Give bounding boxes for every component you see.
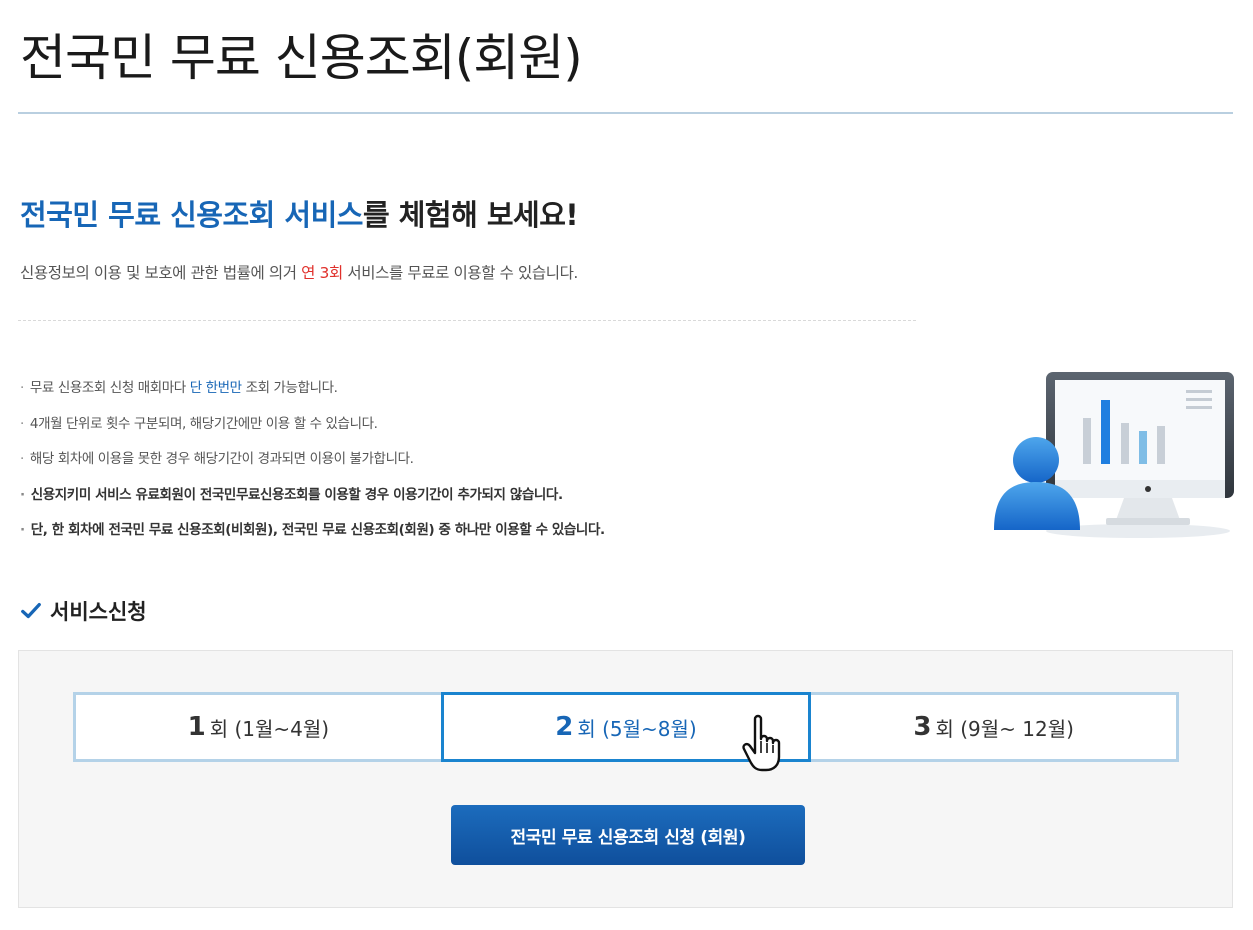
round-option-1[interactable]: 1 회 (1월~4월) (76, 695, 441, 759)
service-application-panel: 1 회 (1월~4월) 2 회 (5월~8월) 3 회 (9월~ 12월) 전국… (18, 650, 1233, 908)
notice-item: 신용지키미 서비스 유료회원이 전국민무료신용조회를 이용할 경우 이용기간이 … (20, 485, 605, 521)
notice-item: 단, 한 회차에 전국민 무료 신용조회(비회원), 전국민 무료 신용조회(회… (20, 520, 605, 556)
notice-item: 4개월 단위로 횟수 구분되며, 해당기간에만 이용 할 수 있습니다. (20, 414, 605, 450)
hand-pointer-icon (742, 714, 781, 772)
dashed-divider (18, 320, 916, 321)
notice-item: 해당 회차에 이용을 못한 경우 해당기간이 경과되면 이용이 불가합니다. (20, 449, 605, 485)
title-divider (18, 112, 1233, 114)
round-label: 회 (1월~4월) (209, 716, 330, 741)
apply-button[interactable]: 전국민 무료 신용조회 신청 (회원) (451, 805, 805, 865)
round-label: 회 (9월~ 12월) (935, 716, 1074, 741)
round-number: 1 (187, 712, 206, 742)
check-icon (21, 602, 41, 619)
round-number: 2 (555, 712, 574, 742)
lead-after: 서비스를 무료로 이용할 수 있습니다. (342, 264, 578, 282)
lead-highlight: 연 3회 (301, 264, 343, 282)
lead-before: 신용정보의 이용 및 보호에 관한 법률에 의거 (20, 264, 302, 282)
notice-item: 무료 신용조회 신청 매회마다 단 한번만 조회 가능합니다. (20, 378, 605, 414)
headline-rest: 를 체험해 보세요! (362, 198, 579, 232)
notice-text: 조회 가능합니다. (241, 380, 338, 396)
headline-highlight: 전국민 무료 신용조회 서비스 (20, 198, 363, 232)
round-number: 3 (913, 712, 932, 742)
notice-list: 무료 신용조회 신청 매회마다 단 한번만 조회 가능합니다. 4개월 단위로 … (20, 378, 605, 556)
round-option-3[interactable]: 3 회 (9월~ 12월) (811, 695, 1176, 759)
page-title: 전국민 무료 신용조회(회원) (20, 29, 583, 87)
user-monitor-illustration (994, 372, 1234, 538)
round-selector: 1 회 (1월~4월) 2 회 (5월~8월) 3 회 (9월~ 12월) (73, 692, 1179, 762)
intro-headline: 전국민 무료 신용조회 서비스를 체험해 보세요! (20, 192, 579, 234)
round-label: 회 (5월~8월) (577, 716, 697, 741)
section-title-text: 서비스신청 (50, 600, 147, 624)
notice-highlight: 단 한번만 (189, 380, 242, 396)
notice-text: 무료 신용조회 신청 매회마다 (29, 380, 190, 396)
section-title: 서비스신청 (20, 596, 147, 626)
intro-lead: 신용정보의 이용 및 보호에 관한 법률에 의거 연 3회 서비스를 무료로 이… (20, 261, 578, 283)
